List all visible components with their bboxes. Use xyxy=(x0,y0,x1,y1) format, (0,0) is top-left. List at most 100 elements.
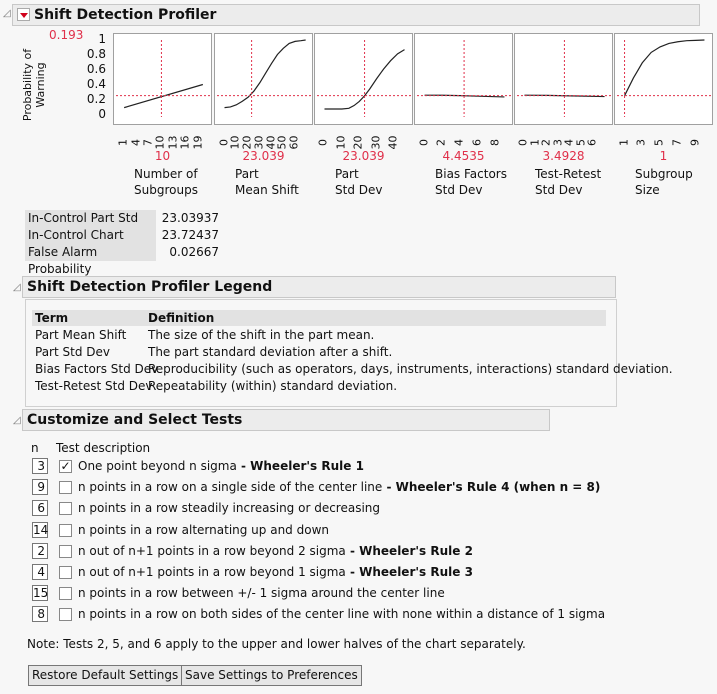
factor-current-value[interactable]: 1 xyxy=(614,149,713,163)
tests-header[interactable]: Customize and Select Tests xyxy=(22,409,550,431)
test-n-input[interactable]: 14 xyxy=(32,521,48,538)
factor-name: Test-Retest Std Dev xyxy=(535,166,601,198)
factor-name-line2: Std Dev xyxy=(335,183,383,197)
factor-name-line2: Size xyxy=(635,183,660,197)
y-tick-label: 0.8 xyxy=(86,47,106,61)
legend-term: Part Std Dev xyxy=(35,345,110,359)
stat-label: False Alarm Probability xyxy=(25,244,156,276)
y-tick-label: 0.4 xyxy=(86,77,106,91)
stat-row: In-Control Part Std Dev 23.03937 xyxy=(25,210,219,242)
legend-table: Term Definition Part Mean Shift The size … xyxy=(25,299,673,407)
profile-curve xyxy=(224,39,306,109)
test-description-text: One point beyond n sigma xyxy=(78,459,237,473)
collapse-triangle-icon[interactable]: ◿ xyxy=(3,8,11,19)
checkmark-icon: ✓ xyxy=(60,459,71,473)
legend-term: Part Mean Shift xyxy=(35,328,127,342)
tests-col-n: n xyxy=(31,441,39,455)
collapse-triangle-icon[interactable]: ◿ xyxy=(13,415,21,426)
test-description-text: n points in a row alternating up and dow… xyxy=(78,522,329,537)
legend-definition: Reproducibility (such as operators, days… xyxy=(148,362,673,376)
factor-name: Subgroup Size xyxy=(635,166,693,198)
legend-header[interactable]: Shift Detection Profiler Legend xyxy=(22,276,616,298)
profiler-title: Shift Detection Profiler xyxy=(34,7,217,23)
factor-name-line2: Std Dev xyxy=(435,183,483,197)
tests-title: Customize and Select Tests xyxy=(27,412,243,428)
factor-current-value[interactable]: 4.4535 xyxy=(414,149,513,163)
legend-definition: The size of the shift in the part mean. xyxy=(148,328,375,342)
y-tick-label: 0 xyxy=(98,107,106,121)
tests-note: Note: Tests 2, 5, and 6 apply to the upp… xyxy=(27,637,526,651)
test-checkbox[interactable] xyxy=(59,481,72,495)
test-description: n points in a row between +/- 1 sigma ar… xyxy=(78,586,445,600)
red-triangle-menu-icon[interactable] xyxy=(17,8,30,21)
test-n-input[interactable]: 9 xyxy=(32,479,48,496)
legend-definition: Repeatability (within) standard deviatio… xyxy=(148,379,398,393)
wheeler-rule-label: - Wheeler's Rule 1 xyxy=(236,459,364,473)
legend-title: Shift Detection Profiler Legend xyxy=(27,279,273,295)
test-checkbox[interactable] xyxy=(59,544,72,558)
legend-term: Bias Factors Std Dev xyxy=(35,362,159,376)
save-settings-to-preferences-button[interactable]: Save Settings to Preferences xyxy=(181,665,362,686)
factor-current-value[interactable]: 3.4928 xyxy=(514,149,613,163)
test-n-input[interactable]: 3 xyxy=(32,458,48,474)
test-checkbox[interactable]: ✓ xyxy=(59,460,72,473)
legend-col-definition: Definition xyxy=(148,311,215,325)
factor-name-line1: Test-Retest xyxy=(535,167,602,181)
collapse-triangle-icon[interactable]: ◿ xyxy=(13,282,21,293)
test-n-input[interactable]: 6 xyxy=(32,500,48,517)
stat-row: False Alarm Probability 0.02667 xyxy=(25,244,219,276)
profile-plot-3[interactable] xyxy=(414,33,513,125)
test-description-text: n points in a row between +/- 1 sigma ar… xyxy=(78,586,445,601)
factor-name-line1: Bias Factors xyxy=(435,167,507,181)
stat-row: In-Control Chart Sigma 23.72437 xyxy=(25,227,219,259)
y-label-line1: Probability of xyxy=(21,48,34,122)
test-description-text: n out of n+1 points in a row beyond 1 si… xyxy=(78,565,346,579)
test-description: n out of n+1 points in a row beyond 2 si… xyxy=(78,544,473,558)
profiler-header[interactable]: Shift Detection Profiler xyxy=(12,4,700,26)
factor-name-line1: Part xyxy=(235,167,259,181)
test-description: n points in a row on both sides of the c… xyxy=(78,607,605,621)
test-description: n points in a row steadily increasing or… xyxy=(78,501,380,515)
factor-current-value[interactable]: 23.039 xyxy=(314,149,413,163)
test-description: n points in a row on a single side of th… xyxy=(78,480,600,494)
profile-plot-2[interactable] xyxy=(314,33,413,125)
factor-name: Number of Subgroups xyxy=(134,166,198,198)
factor-name: Bias Factors Std Dev xyxy=(435,166,507,198)
factor-name: Part Mean Shift xyxy=(235,166,299,198)
legend-term: Test-Retest Std Dev xyxy=(35,379,153,393)
y-tick-label: 0.2 xyxy=(86,92,106,106)
test-checkbox[interactable] xyxy=(59,587,72,601)
test-n-input[interactable]: 8 xyxy=(32,606,48,623)
test-description: One point beyond n sigma - Wheeler's Rul… xyxy=(78,459,364,473)
test-description-text: n points in a row on a single side of th… xyxy=(78,480,383,495)
stat-value: 0.02667 xyxy=(169,245,219,259)
factor-name-line2: Subgroups xyxy=(134,183,198,197)
factor-current-value[interactable]: 23.039 xyxy=(214,149,313,163)
profile-plot-0[interactable] xyxy=(113,33,212,125)
test-n-input[interactable]: 4 xyxy=(32,564,48,580)
test-checkbox[interactable] xyxy=(59,502,72,516)
test-checkbox[interactable] xyxy=(59,523,72,537)
test-n-input[interactable]: 2 xyxy=(32,542,48,559)
test-description: n points in a row alternating up and dow… xyxy=(78,523,329,537)
test-description: n out of n+1 points in a row beyond 1 si… xyxy=(78,565,473,579)
y-axis-label: Probability of Warning xyxy=(8,44,58,121)
test-n-input[interactable]: 15 xyxy=(32,585,48,602)
y-current-value[interactable]: 0.193 xyxy=(49,28,83,42)
legend-table-header xyxy=(32,310,606,326)
profile-plot-4[interactable] xyxy=(514,33,613,125)
stats-table: In-Control Part Std Dev23.03937In-Contro… xyxy=(25,210,219,276)
factor-current-value[interactable]: 10 xyxy=(113,149,212,163)
profile-plot-1[interactable] xyxy=(214,33,313,125)
restore-default-settings-button[interactable]: Restore Default Settings xyxy=(28,665,183,686)
stat-label: In-Control Part Std Dev xyxy=(25,210,156,242)
factor-name-line1: Part xyxy=(335,167,359,181)
profile-plot-5[interactable] xyxy=(614,33,713,125)
test-description-text: n points in a row on both sides of the c… xyxy=(78,607,606,622)
test-checkbox[interactable] xyxy=(59,608,72,622)
factor-name-line2: Mean Shift xyxy=(235,183,299,197)
stat-label: In-Control Chart Sigma xyxy=(25,227,156,259)
stat-value: 23.72437 xyxy=(161,228,219,242)
test-checkbox[interactable] xyxy=(59,566,72,579)
wheeler-rule-label: - Wheeler's Rule 3 xyxy=(345,565,473,579)
